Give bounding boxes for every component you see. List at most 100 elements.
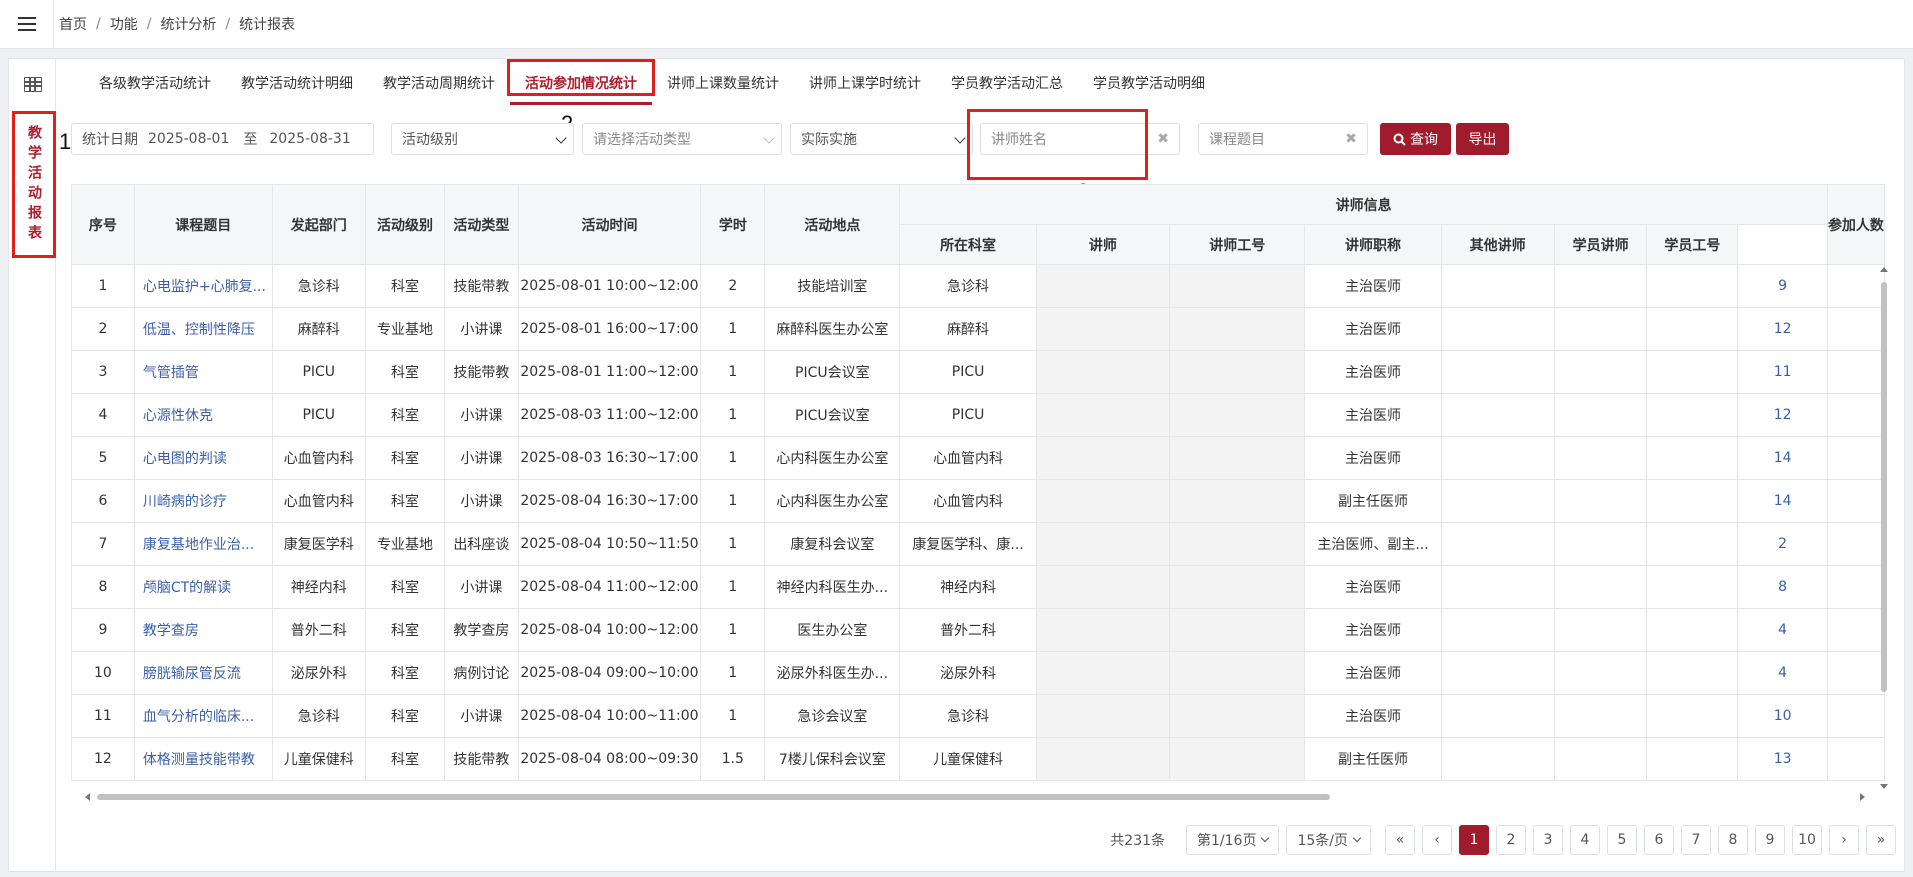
- page-size-select[interactable]: 15条/页: [1286, 825, 1371, 855]
- cell-seq: 3: [71, 350, 135, 394]
- chevron-down-icon: [954, 132, 966, 144]
- next-page-button[interactable]: ›: [1829, 825, 1859, 855]
- cell-count[interactable]: 14: [1737, 479, 1828, 523]
- cell-topic[interactable]: 体格测量技能带教: [133, 737, 273, 781]
- activity-type-select[interactable]: 请选择活动类型: [582, 123, 782, 155]
- breadcrumb-home[interactable]: 首页: [59, 14, 87, 34]
- page-button[interactable]: 1: [1459, 825, 1489, 855]
- pagination: 共231条 第1/16页 15条/页 « ‹ 1 2 3 4 5 6 7 8 9 10 › »: [1110, 824, 1896, 856]
- col-type: 活动类型: [444, 184, 519, 265]
- report-tabs: 各级教学活动统计 教学活动统计明细 教学活动周期统计 活动参加情况统计 讲师上课…: [57, 59, 1220, 107]
- cell-seq: 2: [71, 307, 135, 351]
- vertical-scrollbar[interactable]: [1879, 267, 1889, 789]
- page-button[interactable]: 10: [1792, 825, 1822, 855]
- scroll-up-icon[interactable]: [1880, 267, 1888, 272]
- scroll-down-icon[interactable]: [1880, 784, 1888, 789]
- table-row: 5 心电图的判读 心血管内科 科室 小讲课 2025-08-03 16:30~17:00 1…: [71, 436, 1885, 480]
- col-count: 参加人数: [1826, 184, 1885, 265]
- cell-count[interactable]: 14: [1737, 436, 1828, 480]
- cell-topic[interactable]: 颅脑CT的解读: [133, 565, 273, 609]
- cell-place: 麻醉科医生办公室: [764, 307, 901, 351]
- cell-stu-teacher: [1553, 608, 1648, 652]
- cell-seq: 10: [71, 651, 135, 695]
- date-range-field[interactable]: 统计日期 2025-08-01 至 2025-08-31: [71, 123, 374, 155]
- cell-seq: 5: [71, 436, 135, 480]
- table-grid-icon[interactable]: [24, 77, 42, 92]
- cell-type: 技能带教: [444, 350, 519, 394]
- tab-level-stats[interactable]: 各级教学活动统计: [57, 59, 226, 107]
- cell-topic[interactable]: 心源性休克: [133, 393, 273, 437]
- scroll-thumb[interactable]: [1881, 282, 1887, 692]
- breadcrumb-stats[interactable]: 统计分析: [160, 14, 216, 34]
- cell-place: 泌尿外科医生办...: [764, 651, 901, 695]
- page-button[interactable]: 5: [1607, 825, 1637, 855]
- page-button[interactable]: 2: [1496, 825, 1526, 855]
- clear-icon[interactable]: ✖: [1157, 131, 1169, 147]
- cell-topic[interactable]: 川崎病的诊疗: [133, 479, 273, 523]
- clear-icon[interactable]: ✖: [1345, 131, 1357, 147]
- cell-topic[interactable]: 心电图的判读: [133, 436, 273, 480]
- scroll-left-icon[interactable]: [85, 793, 90, 801]
- cell-stu-id: [1646, 608, 1739, 652]
- first-page-button[interactable]: «: [1385, 825, 1415, 855]
- cell-count[interactable]: 12: [1737, 393, 1828, 437]
- prev-page-button[interactable]: ‹: [1422, 825, 1452, 855]
- query-button[interactable]: 查询: [1380, 123, 1451, 155]
- last-page-button[interactable]: »: [1866, 825, 1896, 855]
- cell-seq: 1: [71, 264, 135, 308]
- cell-time: 2025-08-04 08:00~09:30: [517, 737, 702, 781]
- cell-count[interactable]: 8: [1737, 565, 1828, 609]
- cell-other: [1440, 436, 1555, 480]
- menu-toggle-button[interactable]: [0, 0, 54, 49]
- cell-t-id: [1169, 393, 1306, 437]
- page-button[interactable]: 8: [1718, 825, 1748, 855]
- cell-topic[interactable]: 教学查房: [133, 608, 273, 652]
- tab-teacher-class-hours[interactable]: 讲师上课学时统计: [794, 59, 936, 107]
- cell-time: 2025-08-03 11:00~12:00: [517, 393, 702, 437]
- cell-type: 小讲课: [444, 479, 519, 523]
- page-select[interactable]: 第1/16页: [1186, 825, 1280, 855]
- cell-count[interactable]: 9: [1737, 264, 1828, 308]
- table-row: 7 康复基地作业治... 康复医学科 专业基地 出科座谈 2025-08-04 10:50…: [71, 522, 1885, 566]
- scroll-thumb[interactable]: [97, 794, 1330, 800]
- cell-count[interactable]: 13: [1737, 737, 1828, 781]
- export-button[interactable]: 导出: [1456, 123, 1509, 155]
- cell-t-dept: 心血管内科: [899, 479, 1037, 523]
- cell-count[interactable]: 11: [1737, 350, 1828, 394]
- cell-count[interactable]: 4: [1737, 651, 1828, 695]
- page-button[interactable]: 6: [1644, 825, 1674, 855]
- activity-level-select[interactable]: 活动级别: [391, 123, 574, 155]
- breadcrumb-function[interactable]: 功能: [110, 14, 138, 34]
- cell-topic[interactable]: 康复基地作业治...: [133, 522, 273, 566]
- page-button[interactable]: 7: [1681, 825, 1711, 855]
- status-select[interactable]: 实际实施: [790, 123, 973, 155]
- horizontal-scrollbar[interactable]: [85, 792, 1865, 802]
- tab-student-summary[interactable]: 学员教学活动汇总: [936, 59, 1078, 107]
- cell-stu-id: [1646, 264, 1739, 308]
- cell-t-id: [1169, 651, 1306, 695]
- side-category-label[interactable]: 教学活动报表: [12, 111, 56, 258]
- page-button[interactable]: 3: [1533, 825, 1563, 855]
- scroll-right-icon[interactable]: [1860, 793, 1865, 801]
- cell-count[interactable]: 10: [1737, 694, 1828, 738]
- cell-teacher: [1035, 350, 1171, 394]
- cell-count[interactable]: 4: [1737, 608, 1828, 652]
- cell-topic[interactable]: 低温、控制性降压: [133, 307, 273, 351]
- cell-count[interactable]: 12: [1737, 307, 1828, 351]
- cell-topic[interactable]: 膀胱输尿管反流: [133, 651, 273, 695]
- tab-participation-stats[interactable]: 活动参加情况统计: [507, 59, 655, 107]
- tab-student-detail[interactable]: 学员教学活动明细: [1078, 59, 1220, 107]
- cell-count[interactable]: 2: [1737, 522, 1828, 566]
- page-button[interactable]: 4: [1570, 825, 1600, 855]
- cell-topic[interactable]: 气管插管: [133, 350, 273, 394]
- col-other-teacher: 其他讲师: [1440, 224, 1555, 265]
- tab-teacher-class-count[interactable]: 讲师上课数量统计: [652, 59, 794, 107]
- cell-level: 科室: [364, 479, 446, 523]
- page-button[interactable]: 9: [1755, 825, 1785, 855]
- cell-time: 2025-08-01 11:00~12:00: [517, 350, 702, 394]
- cell-topic[interactable]: 心电监护+心肺复...: [133, 264, 273, 308]
- course-topic-input[interactable]: 课程题目 ✖: [1198, 123, 1368, 155]
- tab-activity-detail[interactable]: 教学活动统计明细: [226, 59, 368, 107]
- cell-topic[interactable]: 血气分析的临床...: [133, 694, 273, 738]
- tab-period-stats[interactable]: 教学活动周期统计: [368, 59, 510, 107]
